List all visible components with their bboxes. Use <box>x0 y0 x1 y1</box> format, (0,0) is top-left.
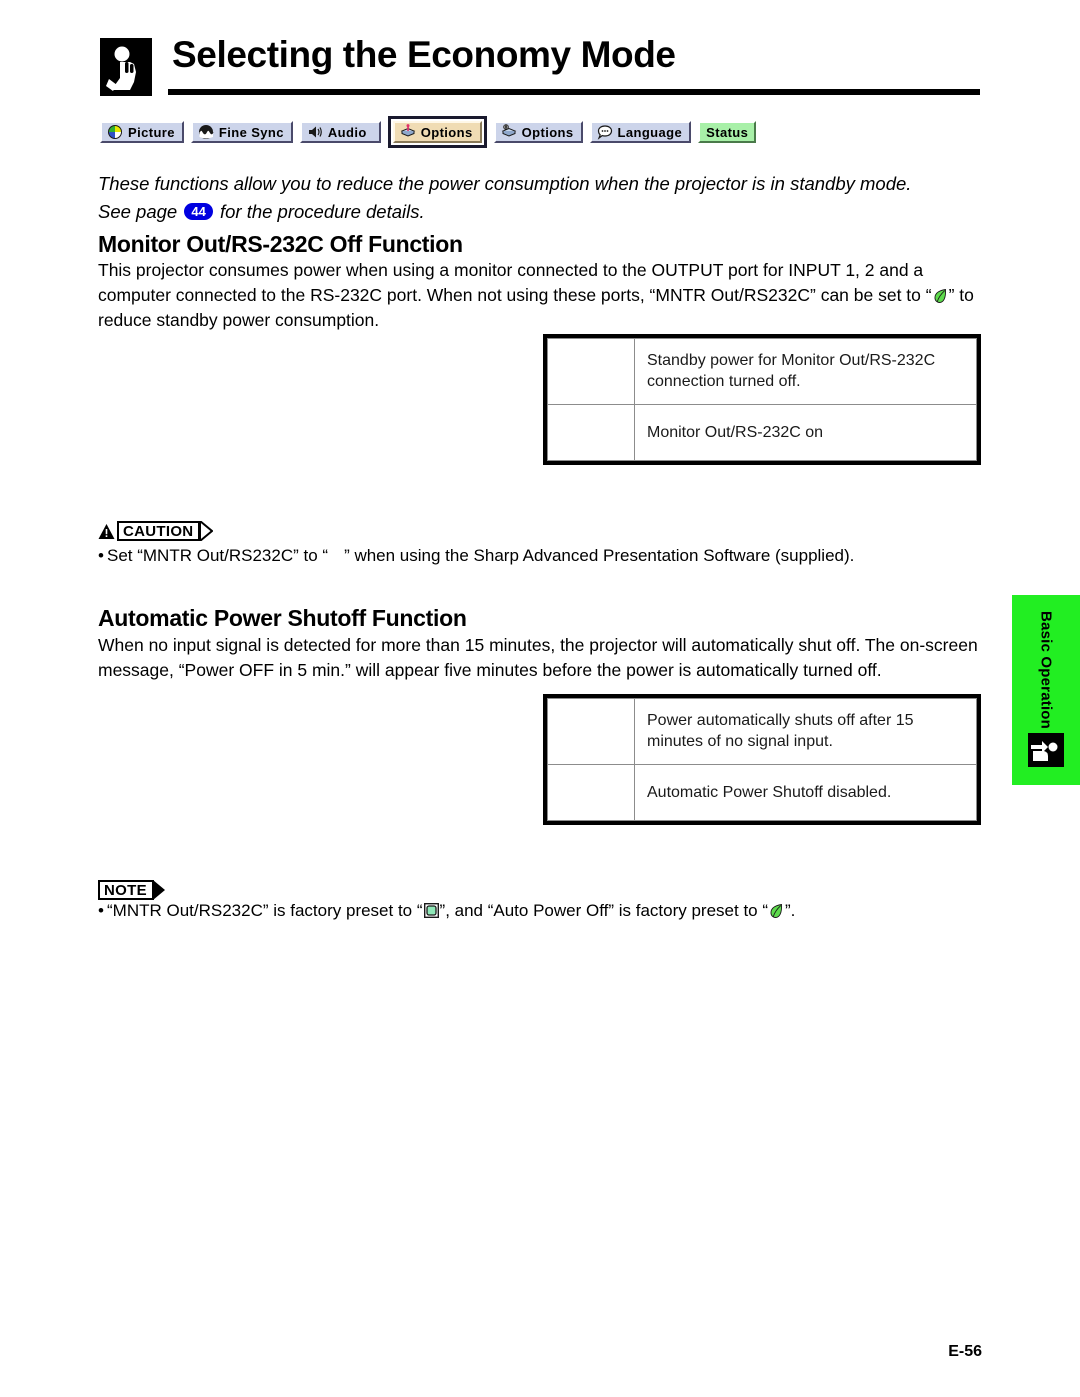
section-1-body-part1: This projector consumes power when using… <box>98 260 932 305</box>
green-leaf-icon <box>934 289 946 303</box>
tab-options-selected-frame[interactable]: Options <box>387 116 487 148</box>
auto-shutoff-options-table: Power automatically shuts off after 15 m… <box>543 694 981 825</box>
caution-flag: CAUTION <box>98 521 214 545</box>
section-body-monitor-out: This projector consumes power when using… <box>98 258 986 333</box>
section-heading-monitor-out: Monitor Out/RS-232C Off Function <box>98 231 463 257</box>
caution-label-box: CAUTION <box>117 521 201 541</box>
section-body-auto-shutoff: When no input signal is detected for mor… <box>98 633 986 683</box>
note-label-box: NOTE <box>98 880 154 900</box>
table-row: Standby power for Monitor Out/RS-232C co… <box>547 338 977 405</box>
speech-bubble-icon <box>597 125 612 140</box>
monitor-out-options-table: Standby power for Monitor Out/RS-232C co… <box>543 334 981 465</box>
intro-line-2-after: for the procedure details. <box>219 201 425 222</box>
tab-fine-sync[interactable]: Fine Sync <box>190 121 293 143</box>
note-flag: NOTE <box>98 880 165 900</box>
green-leaf-icon <box>770 904 783 918</box>
color-wheel-icon <box>108 125 122 139</box>
table-row-icon-cell <box>547 764 635 821</box>
intro-line-1: These functions allow you to reduce the … <box>98 173 912 194</box>
table-row-text: Automatic Power Shutoff disabled. <box>634 764 977 821</box>
table-row: Automatic Power Shutoff disabled. <box>547 764 977 821</box>
table-row-text: Standby power for Monitor Out/RS-232C co… <box>634 338 977 405</box>
table-row: Power automatically shuts off after 15 m… <box>547 698 977 765</box>
caution-flag-inner: CAUTION <box>98 521 214 541</box>
bullet-dot: • <box>98 901 104 920</box>
hand-pointing-glyph <box>1031 741 1058 761</box>
hand-glyph-svg <box>106 46 136 91</box>
side-tab-basic-operation: Basic Operation <box>1012 595 1080 785</box>
tab-picture-label: Picture <box>128 124 175 140</box>
note-text: • “MNTR Out/RS232C” is factory preset to … <box>98 899 986 923</box>
tab-options-2[interactable]: Options <box>493 121 583 143</box>
tab-status[interactable]: Status <box>698 121 757 143</box>
page-reference-badge[interactable]: 44 <box>184 203 213 220</box>
options-pin-icon <box>400 124 416 137</box>
tab-language-label: Language <box>617 124 683 140</box>
tab-options-2-label: Options <box>521 124 574 140</box>
tab-fine-sync-label: Fine Sync <box>218 124 284 140</box>
tab-options-selected[interactable]: Options <box>392 121 482 143</box>
hand-pointing-icon <box>1028 733 1064 767</box>
table-row: Monitor Out/RS-232C on <box>547 404 977 461</box>
caution-text-part1: Set “MNTR Out/RS232C” to “ <box>107 546 329 565</box>
warning-triangle-icon <box>98 523 115 539</box>
section-2-body-part1: When no input signal is detected for mor… <box>98 635 978 680</box>
table-row-icon-cell <box>547 338 635 405</box>
waveform-icon <box>198 125 214 139</box>
note-label: NOTE <box>104 881 147 899</box>
speaker-icon <box>308 126 322 138</box>
note-text-part3: ”. <box>785 901 796 920</box>
note-text-part1: “MNTR Out/RS232C” is factory preset to “ <box>107 901 423 920</box>
caution-arrow-icon <box>200 521 214 541</box>
options-globe-icon <box>501 124 516 137</box>
page-header: Selecting the Economy Mode <box>100 34 980 108</box>
intro-paragraph: These functions allow you to reduce the … <box>98 170 984 226</box>
table-row-text: Monitor Out/RS-232C on <box>634 404 977 461</box>
note-flag-inner: NOTE <box>98 880 165 900</box>
tab-options-selected-label: Options <box>420 124 473 140</box>
section-heading-auto-shutoff: Automatic Power Shutoff Function <box>98 605 467 631</box>
note-text-part2: ”, and “Auto Power Off” is factory prese… <box>439 901 769 920</box>
tab-picture[interactable]: Picture <box>100 121 184 143</box>
caution-text-part2: ” when using the Sharp Advanced Presenta… <box>344 546 855 565</box>
bullet-dot: • <box>98 546 104 565</box>
page-title: Selecting the Economy Mode <box>172 34 676 75</box>
caution-label: CAUTION <box>123 522 194 540</box>
blank-icon <box>328 549 344 563</box>
tab-status-label: Status <box>706 124 749 140</box>
table-row-icon-cell <box>547 698 635 765</box>
tab-audio[interactable]: Audio <box>299 121 381 143</box>
table-row-text: Power automatically shuts off after 15 m… <box>634 698 977 765</box>
caution-text: • Set “MNTR Out/RS232C” to “ ” when using … <box>98 544 986 568</box>
intro-line-2-before: See page <box>98 201 178 222</box>
title-underline-rule <box>168 89 980 95</box>
side-tab-label: Basic Operation <box>1037 611 1055 730</box>
osd-menu-tabbar[interactable]: Picture Fine Sync Audio Options Options … <box>100 116 757 148</box>
page-footer: E-56 <box>948 1343 982 1360</box>
green-monitor-icon <box>423 903 439 918</box>
tab-audio-label: Audio <box>327 124 367 140</box>
note-arrow-icon <box>152 880 165 900</box>
table-row-icon-cell <box>547 404 635 461</box>
tab-language[interactable]: Language <box>589 121 692 143</box>
hand-pressing-button-icon <box>100 38 152 96</box>
